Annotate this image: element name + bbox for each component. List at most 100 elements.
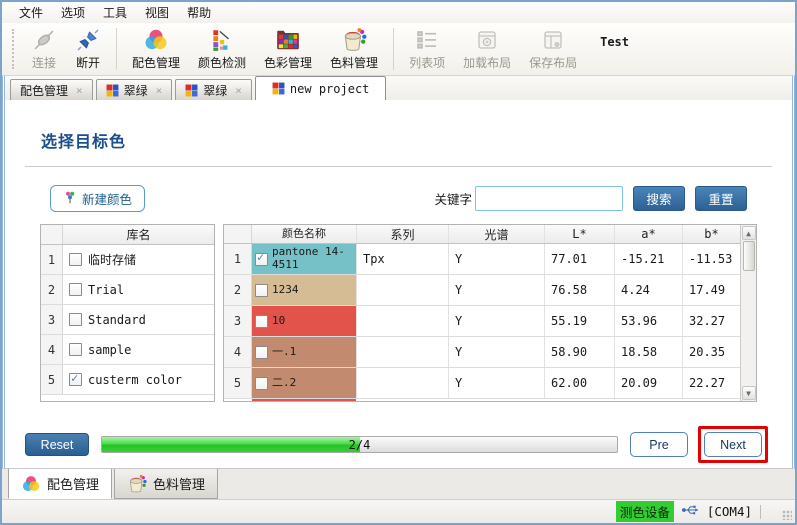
- color-swatch-cell: 1234: [252, 275, 356, 305]
- close-icon[interactable]: ×: [76, 84, 83, 97]
- menu-help[interactable]: 帮助: [178, 2, 220, 23]
- new-color-button[interactable]: 新建颜色: [50, 185, 145, 212]
- library-name: sample: [88, 343, 131, 357]
- series-cell: [356, 337, 448, 367]
- color-row[interactable]: 2 1234 Y 76.58 4.24 17.49: [224, 275, 740, 306]
- row-number-header: [224, 225, 252, 243]
- a-cell: 4.24: [614, 275, 682, 305]
- toolbar-drag-handle[interactable]: [12, 29, 16, 69]
- main-frame: 配色管理 × 翠绿 × 翠绿 × new pr: [2, 76, 795, 468]
- library-row[interactable]: 5 custerm color: [41, 365, 214, 395]
- library-checkbox[interactable]: [69, 253, 82, 266]
- menu-tools[interactable]: 工具: [94, 2, 136, 23]
- pigment-manage-button[interactable]: 色料管理: [323, 25, 385, 73]
- toolbar-separator: [116, 28, 117, 70]
- library-name: custerm color: [88, 373, 182, 387]
- status-bar: 测色设备 [COM4]: [2, 499, 795, 523]
- color-swatch-cell: 二.2: [252, 368, 356, 398]
- library-checkbox[interactable]: [69, 283, 82, 296]
- library-checkbox[interactable]: [69, 373, 82, 386]
- color-checkbox[interactable]: [255, 377, 268, 390]
- resize-grip-icon[interactable]: [782, 510, 792, 520]
- color-mosaic-folder-icon: [275, 27, 301, 53]
- next-button[interactable]: Next: [704, 432, 762, 457]
- color-row[interactable]: 1 pantone 14-4511 Tpx Y 77.01 -15.21 -11…: [224, 244, 740, 275]
- scroll-up-icon[interactable]: ▲: [742, 226, 756, 240]
- row-number: 1: [41, 245, 63, 274]
- bottom-tab-pigment-manage[interactable]: 色料管理: [114, 469, 218, 499]
- vertical-scrollbar[interactable]: ▲ ▼: [740, 225, 756, 401]
- library-checkbox[interactable]: [69, 313, 82, 326]
- close-icon[interactable]: ×: [156, 84, 163, 97]
- tab-emerald-2[interactable]: 翠绿 ×: [175, 79, 252, 100]
- series-cell: [356, 275, 448, 305]
- library-row[interactable]: 3 Standard: [41, 305, 214, 335]
- color-name: 二.2: [272, 377, 296, 390]
- spectrum-cell: Y: [448, 337, 544, 367]
- row-number: 2: [224, 275, 252, 305]
- menu-file[interactable]: 文件: [10, 2, 52, 23]
- connect-button[interactable]: 连接: [24, 25, 64, 73]
- library-name: Trial: [88, 283, 124, 297]
- bottom-tab-label: 配色管理: [47, 474, 99, 493]
- new-color-icon: [63, 190, 77, 207]
- color-checkbox[interactable]: [255, 253, 268, 266]
- color-wheel-icon: [21, 474, 41, 494]
- library-row[interactable]: 2 Trial: [41, 275, 214, 305]
- progress-bar: 2/4: [101, 436, 618, 453]
- spectrum-cell: Y: [448, 306, 544, 336]
- tab-emerald-1[interactable]: 翠绿 ×: [96, 79, 173, 100]
- series-cell: [356, 306, 448, 336]
- row-number: 1: [224, 244, 252, 274]
- next-button-highlight: Next: [698, 426, 768, 463]
- disconnect-plug-icon: [75, 27, 101, 53]
- color-row[interactable]: 4 一.1 Y 58.90 18.58 20.35: [224, 337, 740, 368]
- bottom-tab-color-matching[interactable]: 配色管理: [8, 469, 112, 499]
- color-checkbox[interactable]: [255, 346, 268, 359]
- paint-bucket-icon: [341, 27, 367, 53]
- color-checkbox[interactable]: [255, 315, 268, 328]
- color-manage-button[interactable]: 色彩管理: [257, 25, 319, 73]
- l-cell: 76.58: [544, 275, 614, 305]
- connect-plug-icon: [31, 27, 57, 53]
- scrollbar-thumb[interactable]: [743, 241, 755, 271]
- reset-button[interactable]: Reset: [25, 433, 89, 456]
- spectrum-cell: Y: [448, 275, 544, 305]
- list-items-button[interactable]: 列表项: [402, 25, 452, 73]
- library-row[interactable]: 4 sample: [41, 335, 214, 365]
- color-swatch-cell: 一.1: [252, 337, 356, 367]
- new-color-button-label: 新建颜色: [82, 189, 132, 208]
- keyword-input[interactable]: [475, 186, 623, 211]
- reset-filter-button[interactable]: 重置: [695, 186, 747, 211]
- load-layout-button[interactable]: 加载布局: [456, 25, 518, 73]
- color-swatch-cell: pantone 14-4511: [252, 244, 356, 274]
- library-table: 库名 1 临时存储 2 Trial 3 Standard: [40, 224, 215, 402]
- menu-options[interactable]: 选项: [52, 2, 94, 23]
- disconnect-button[interactable]: 断开: [68, 25, 108, 73]
- library-checkbox[interactable]: [69, 343, 82, 356]
- controls-row: 新建颜色 关键字 搜索 重置: [50, 185, 747, 212]
- color-matching-button[interactable]: 配色管理: [125, 25, 187, 73]
- paint-bucket-icon: [127, 474, 147, 494]
- menu-view[interactable]: 视图: [136, 2, 178, 23]
- color-row[interactable]: 3 10 Y 55.19 53.96 32.27: [224, 306, 740, 337]
- save-layout-button[interactable]: 保存布局: [522, 25, 584, 73]
- b-cell: 32.27: [682, 306, 740, 336]
- color-row[interactable]: 5 二.2 Y 62.00 20.09 22.27: [224, 368, 740, 399]
- tab-new-project[interactable]: new project: [255, 76, 386, 100]
- close-icon[interactable]: ×: [235, 84, 242, 97]
- keyword-label: 关键字: [434, 189, 472, 208]
- library-name: Standard: [88, 313, 146, 327]
- search-button[interactable]: 搜索: [633, 186, 685, 211]
- color-detect-button[interactable]: 颜色检测: [191, 25, 253, 73]
- color-checkbox[interactable]: [255, 284, 268, 297]
- color-name-header: 颜色名称: [252, 225, 356, 243]
- pre-button[interactable]: Pre: [630, 432, 688, 457]
- scroll-down-icon[interactable]: ▼: [742, 386, 756, 400]
- puzzle-icon: [272, 82, 285, 95]
- spectrum-cell: Y: [448, 368, 544, 398]
- library-row[interactable]: 1 临时存储: [41, 245, 214, 275]
- l-cell: 62.00: [544, 368, 614, 398]
- tab-color-matching[interactable]: 配色管理 ×: [10, 79, 93, 100]
- progress-label: 2/4: [102, 438, 617, 452]
